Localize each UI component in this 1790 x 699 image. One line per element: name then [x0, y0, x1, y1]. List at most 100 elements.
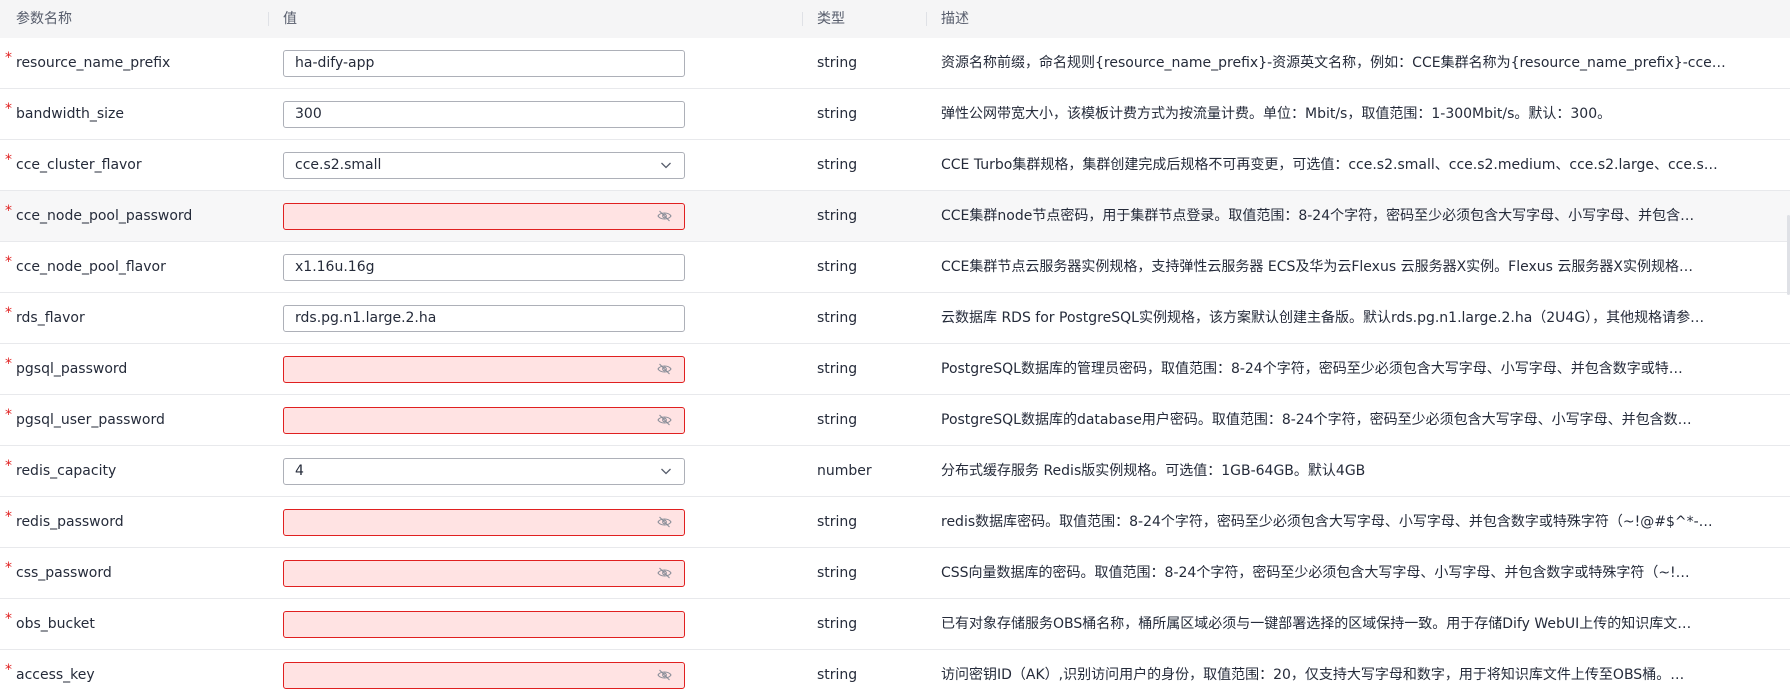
param-description: PostgreSQL数据库的database用户密码。取值范围：8-24个字符，…: [941, 412, 1692, 428]
param-type: string: [817, 361, 858, 377]
table-row: * cce_node_pool_password string CCE集群node节点…: [0, 191, 1790, 242]
required-marker: *: [5, 458, 12, 474]
param-name: redis_capacity: [16, 463, 117, 479]
table-row: * obs_bucket string 已有对象存储服务OBS桶名称，桶所属区域必须与…: [0, 599, 1790, 650]
parameter-table-body: * resource_name_prefix ha-dify-app string 资源…: [0, 38, 1790, 699]
table-row: * cce_node_pool_flavor x1.16u.16g string CCE…: [0, 242, 1790, 293]
table-row: * bandwidth_size 300 string 弹性公网带宽大小，该模板计费方式…: [0, 89, 1790, 140]
required-marker: *: [5, 509, 12, 525]
value-input[interactable]: ha-dify-app: [283, 50, 685, 77]
param-description: redis数据库密码。取值范围：8-24个字符，密码至少必须包含大写字母、小写字…: [941, 514, 1713, 530]
eye-off-icon[interactable]: [657, 363, 672, 375]
header-divider: [802, 12, 803, 26]
field-value: 4: [295, 463, 304, 479]
param-type: string: [817, 55, 858, 71]
param-type: string: [817, 208, 858, 224]
table-row: * cce_cluster_flavor cce.s2.small string CCE…: [0, 140, 1790, 191]
param-type: string: [817, 106, 858, 122]
param-name: pgsql_password: [16, 361, 128, 377]
required-marker: *: [5, 50, 12, 66]
param-type: string: [817, 412, 858, 428]
param-name: resource_name_prefix: [16, 55, 171, 71]
eye-off-icon[interactable]: [657, 414, 672, 426]
param-type: string: [817, 565, 858, 581]
table-row: * pgsql_user_password string PostgreSQL数据库的…: [0, 395, 1790, 446]
param-name: redis_password: [16, 514, 124, 530]
param-description: 资源名称前缀，命名规则{resource_name_prefix}-资源英文名称…: [941, 55, 1726, 71]
eye-off-icon[interactable]: [657, 516, 672, 528]
required-marker: *: [5, 662, 12, 678]
required-marker: *: [5, 356, 12, 372]
param-name: obs_bucket: [16, 616, 95, 632]
param-type: string: [817, 667, 858, 683]
param-description: 访问密钥ID（AK）,识别访问用户的身份，取值范围：20，仅支持大写字母和数字，…: [941, 667, 1685, 683]
header-param-name: 参数名称: [16, 11, 72, 27]
param-type: string: [817, 259, 858, 275]
value-input[interactable]: 300: [283, 101, 685, 128]
table-row: * resource_name_prefix ha-dify-app string 资源…: [0, 38, 1790, 89]
chevron-down-icon[interactable]: [660, 466, 672, 476]
param-description: 分布式缓存服务 Redis版实例规格。可选值：1GB-64GB。默认4GB: [941, 463, 1366, 479]
table-row: * pgsql_password string PostgreSQL数据库的管理员密码…: [0, 344, 1790, 395]
table-row: * redis_capacity 4 number 分布式缓存服务 Redis版实例规格…: [0, 446, 1790, 497]
field-value: 300: [295, 106, 322, 122]
password-field[interactable]: [283, 356, 685, 383]
required-marker: *: [5, 611, 12, 627]
header-divider: [926, 12, 927, 26]
param-name: pgsql_user_password: [16, 412, 165, 428]
header-value: 值: [283, 11, 297, 27]
field-value: ha-dify-app: [295, 55, 375, 71]
required-marker: *: [5, 203, 12, 219]
param-description: 已有对象存储服务OBS桶名称，桶所属区域必须与一键部署选择的区域保持一致。用于存…: [941, 616, 1692, 632]
required-marker: *: [5, 560, 12, 576]
required-marker: *: [5, 254, 12, 270]
value-input[interactable]: x1.16u.16g: [283, 254, 685, 281]
table-row: * css_password string CSS向量数据库的密码。取值范围：8-24…: [0, 548, 1790, 599]
param-description: CCE Turbo集群规格，集群创建完成后规格不可再变更，可选值：cce.s2.…: [941, 157, 1718, 173]
table-header: 参数名称 值 类型 描述: [0, 0, 1790, 38]
eye-off-icon[interactable]: [657, 567, 672, 579]
value-select[interactable]: 4: [283, 458, 685, 485]
table-row: * redis_password string redis数据库密码。取值范围：8-2…: [0, 497, 1790, 548]
required-marker: *: [5, 407, 12, 423]
chevron-down-icon[interactable]: [660, 160, 672, 170]
parameter-config-page: 参数名称 值 类型 描述 * resource_name_prefix ha-dif…: [0, 0, 1790, 699]
param-description: CSS向量数据库的密码。取值范围：8-24个字符，密码至少必须包含大写字母、小写…: [941, 565, 1690, 581]
field-value: x1.16u.16g: [295, 259, 375, 275]
param-name: cce_node_pool_flavor: [16, 259, 166, 275]
param-name: access_key: [16, 667, 95, 683]
header-type: 类型: [817, 11, 845, 27]
password-field[interactable]: [283, 560, 685, 587]
param-type: string: [817, 310, 858, 326]
required-marker: *: [5, 152, 12, 168]
param-type: string: [817, 616, 858, 632]
param-type: string: [817, 514, 858, 530]
param-type: number: [817, 463, 872, 479]
header-description: 描述: [941, 11, 969, 27]
table-row: * access_key string 访问密钥ID（AK）,识别访问用户的身份，取值…: [0, 650, 1790, 699]
param-name: cce_cluster_flavor: [16, 157, 142, 173]
param-name: cce_node_pool_password: [16, 208, 193, 224]
password-field[interactable]: [283, 509, 685, 536]
header-divider: [268, 12, 269, 26]
eye-off-icon[interactable]: [657, 669, 672, 681]
param-description: 云数据库 RDS for PostgreSQL实例规格，该方案默认创建主备版。默…: [941, 310, 1705, 326]
password-field[interactable]: [283, 203, 685, 230]
value-input[interactable]: rds.pg.n1.large.2.ha: [283, 305, 685, 332]
eye-off-icon[interactable]: [657, 210, 672, 222]
param-name: rds_flavor: [16, 310, 85, 326]
value-input[interactable]: [283, 611, 685, 638]
password-field[interactable]: [283, 407, 685, 434]
param-name: bandwidth_size: [16, 106, 124, 122]
field-value: rds.pg.n1.large.2.ha: [295, 310, 437, 326]
field-value: cce.s2.small: [295, 157, 382, 173]
param-type: string: [817, 157, 858, 173]
password-field[interactable]: [283, 662, 685, 689]
param-description: CCE集群节点云服务器实例规格，支持弹性云服务器 ECS及华为云Flexus 云…: [941, 259, 1693, 275]
required-marker: *: [5, 305, 12, 321]
table-row: * rds_flavor rds.pg.n1.large.2.ha string 云数据…: [0, 293, 1790, 344]
value-select[interactable]: cce.s2.small: [283, 152, 685, 179]
required-marker: *: [5, 101, 12, 117]
param-description: CCE集群node节点密码，用于集群节点登录。取值范围：8-24个字符，密码至少…: [941, 208, 1695, 224]
param-description: PostgreSQL数据库的管理员密码，取值范围：8-24个字符，密码至少必须包…: [941, 361, 1683, 377]
